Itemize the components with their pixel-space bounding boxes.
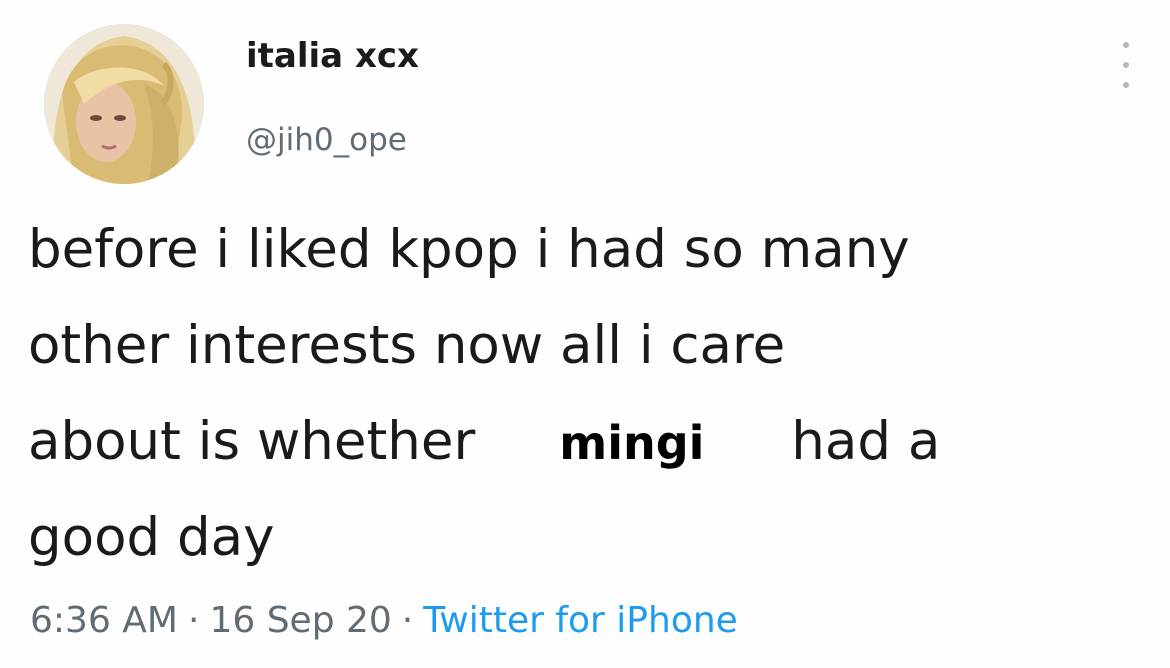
tweet-date[interactable]: 16 Sep 20 [209,600,391,641]
tweet-card: italia xcx @jih0_ope before i liked kpop… [0,0,1170,668]
tweet-text: before i liked kpop i had so many other … [28,202,1138,586]
more-dot [1123,42,1129,48]
tweet-text-segment: about is whether [28,411,476,472]
tweet-source-link[interactable]: Twitter for iPhone [423,600,738,641]
more-dot [1123,82,1129,88]
more-dot [1123,62,1129,68]
user-handle[interactable]: @jih0_ope [246,122,407,158]
more-vertical-icon[interactable] [1114,40,1138,90]
avatar-image [44,24,204,184]
display-name[interactable]: italia xcx [246,36,419,76]
tweet-line: good day [28,507,275,568]
tweet-line: about is whether mingi had a [28,394,1138,490]
tweet-line: other interests now all i care [28,315,786,376]
tweet-time[interactable]: 6:36 AM [30,600,178,641]
tweet-line: before i liked kpop i had so many [28,219,910,280]
tweet-metadata: 6:36 AM · 16 Sep 20 · Twitter for iPhone [30,600,738,641]
meta-separator: · [187,600,200,641]
avatar[interactable] [44,24,204,184]
tweet-text-segment: had a [791,411,941,472]
meta-separator: · [401,600,414,641]
highlighted-name: mingi [559,416,705,470]
